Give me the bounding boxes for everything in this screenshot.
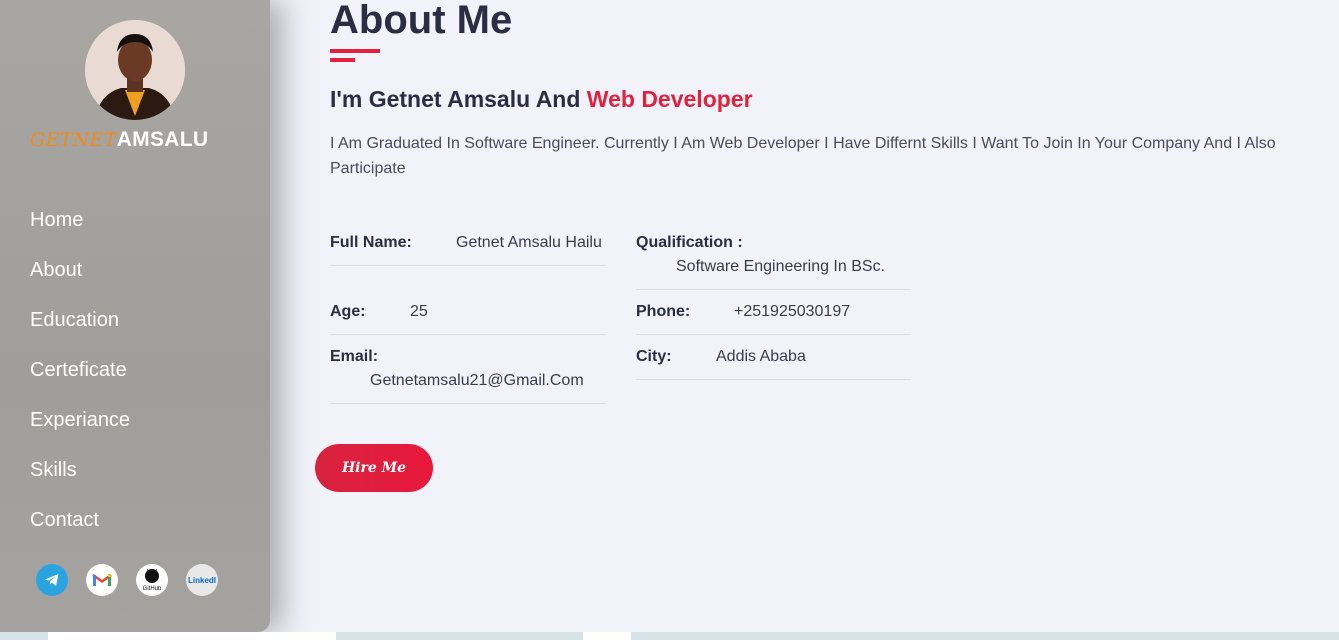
intro-heading-role: Web Developer <box>586 86 753 112</box>
info-qualification: Qualification : Software Engineering In … <box>636 233 911 290</box>
gmail-icon[interactable] <box>86 564 118 596</box>
nav-item-home[interactable]: Home <box>30 207 130 257</box>
github-icon-label: GitHub <box>143 586 162 592</box>
taskbar-segment <box>48 632 336 640</box>
city-value: Addis Ababa <box>716 348 806 365</box>
info-phone: Phone: +251925030197 <box>636 302 911 335</box>
main-nav: Home About Education Certeficate Experia… <box>30 207 130 557</box>
info-email: Email: Getnetamsalu21@Gmail.Com <box>330 347 606 404</box>
phone-label: Phone: <box>636 303 691 320</box>
taskbar-segment <box>583 632 631 640</box>
nav-item-contact[interactable]: Contact <box>30 507 130 557</box>
brand-last-name: AMSALU <box>116 128 209 151</box>
email-label: Email: <box>330 348 379 365</box>
nav-item-experience[interactable]: Experiance <box>30 407 130 457</box>
hire-me-button[interactable]: Hire Me <box>315 444 433 492</box>
intro-heading: I'm Getnet Amsalu And Web Developer <box>330 86 753 113</box>
info-city: City: Addis Ababa <box>636 347 911 380</box>
info-full-name: Full Name: Getnet Amsalu Hailu <box>330 233 606 266</box>
profile-avatar <box>85 20 185 120</box>
nav-item-skills[interactable]: Skills <box>30 457 130 507</box>
city-label: City: <box>636 348 672 365</box>
full-name-value: Getnet Amsalu Hailu <box>456 234 602 251</box>
full-name-label: Full Name: <box>330 234 412 251</box>
age-label: Age: <box>330 303 366 320</box>
nav-item-certificate[interactable]: Certeficate <box>30 357 130 407</box>
telegram-icon[interactable] <box>36 564 68 596</box>
brand-name: GETNETAMSALU <box>30 128 208 152</box>
title-underline-short <box>330 58 355 62</box>
phone-value: +251925030197 <box>734 303 851 320</box>
intro-heading-prefix: I'm Getnet Amsalu And <box>330 86 587 112</box>
github-icon[interactable]: GitHub <box>136 564 168 596</box>
qualification-label: Qualification : <box>636 234 743 251</box>
title-underline-long <box>330 49 380 53</box>
email-value: Getnetamsalu21@Gmail.Com <box>370 372 584 389</box>
sidebar: GETNETAMSALU Home About Education Certef… <box>0 0 270 632</box>
nav-item-about[interactable]: About <box>30 257 130 307</box>
profile-photo <box>85 20 185 120</box>
brand-first-name: GETNET <box>30 129 117 151</box>
about-description: I Am Graduated In Software Engineer. Cur… <box>330 135 1276 177</box>
social-links: GitHub LinkedIn <box>36 564 236 596</box>
linkedin-icon-label: LinkedIn <box>188 576 216 585</box>
linkedin-icon[interactable]: LinkedIn <box>186 564 218 596</box>
age-value: 25 <box>410 303 428 320</box>
info-age: Age: 25 <box>330 302 606 335</box>
nav-item-education[interactable]: Education <box>30 307 130 357</box>
qualification-value: Software Engineering In BSc. <box>676 258 886 275</box>
page-title: About Me <box>330 0 513 42</box>
